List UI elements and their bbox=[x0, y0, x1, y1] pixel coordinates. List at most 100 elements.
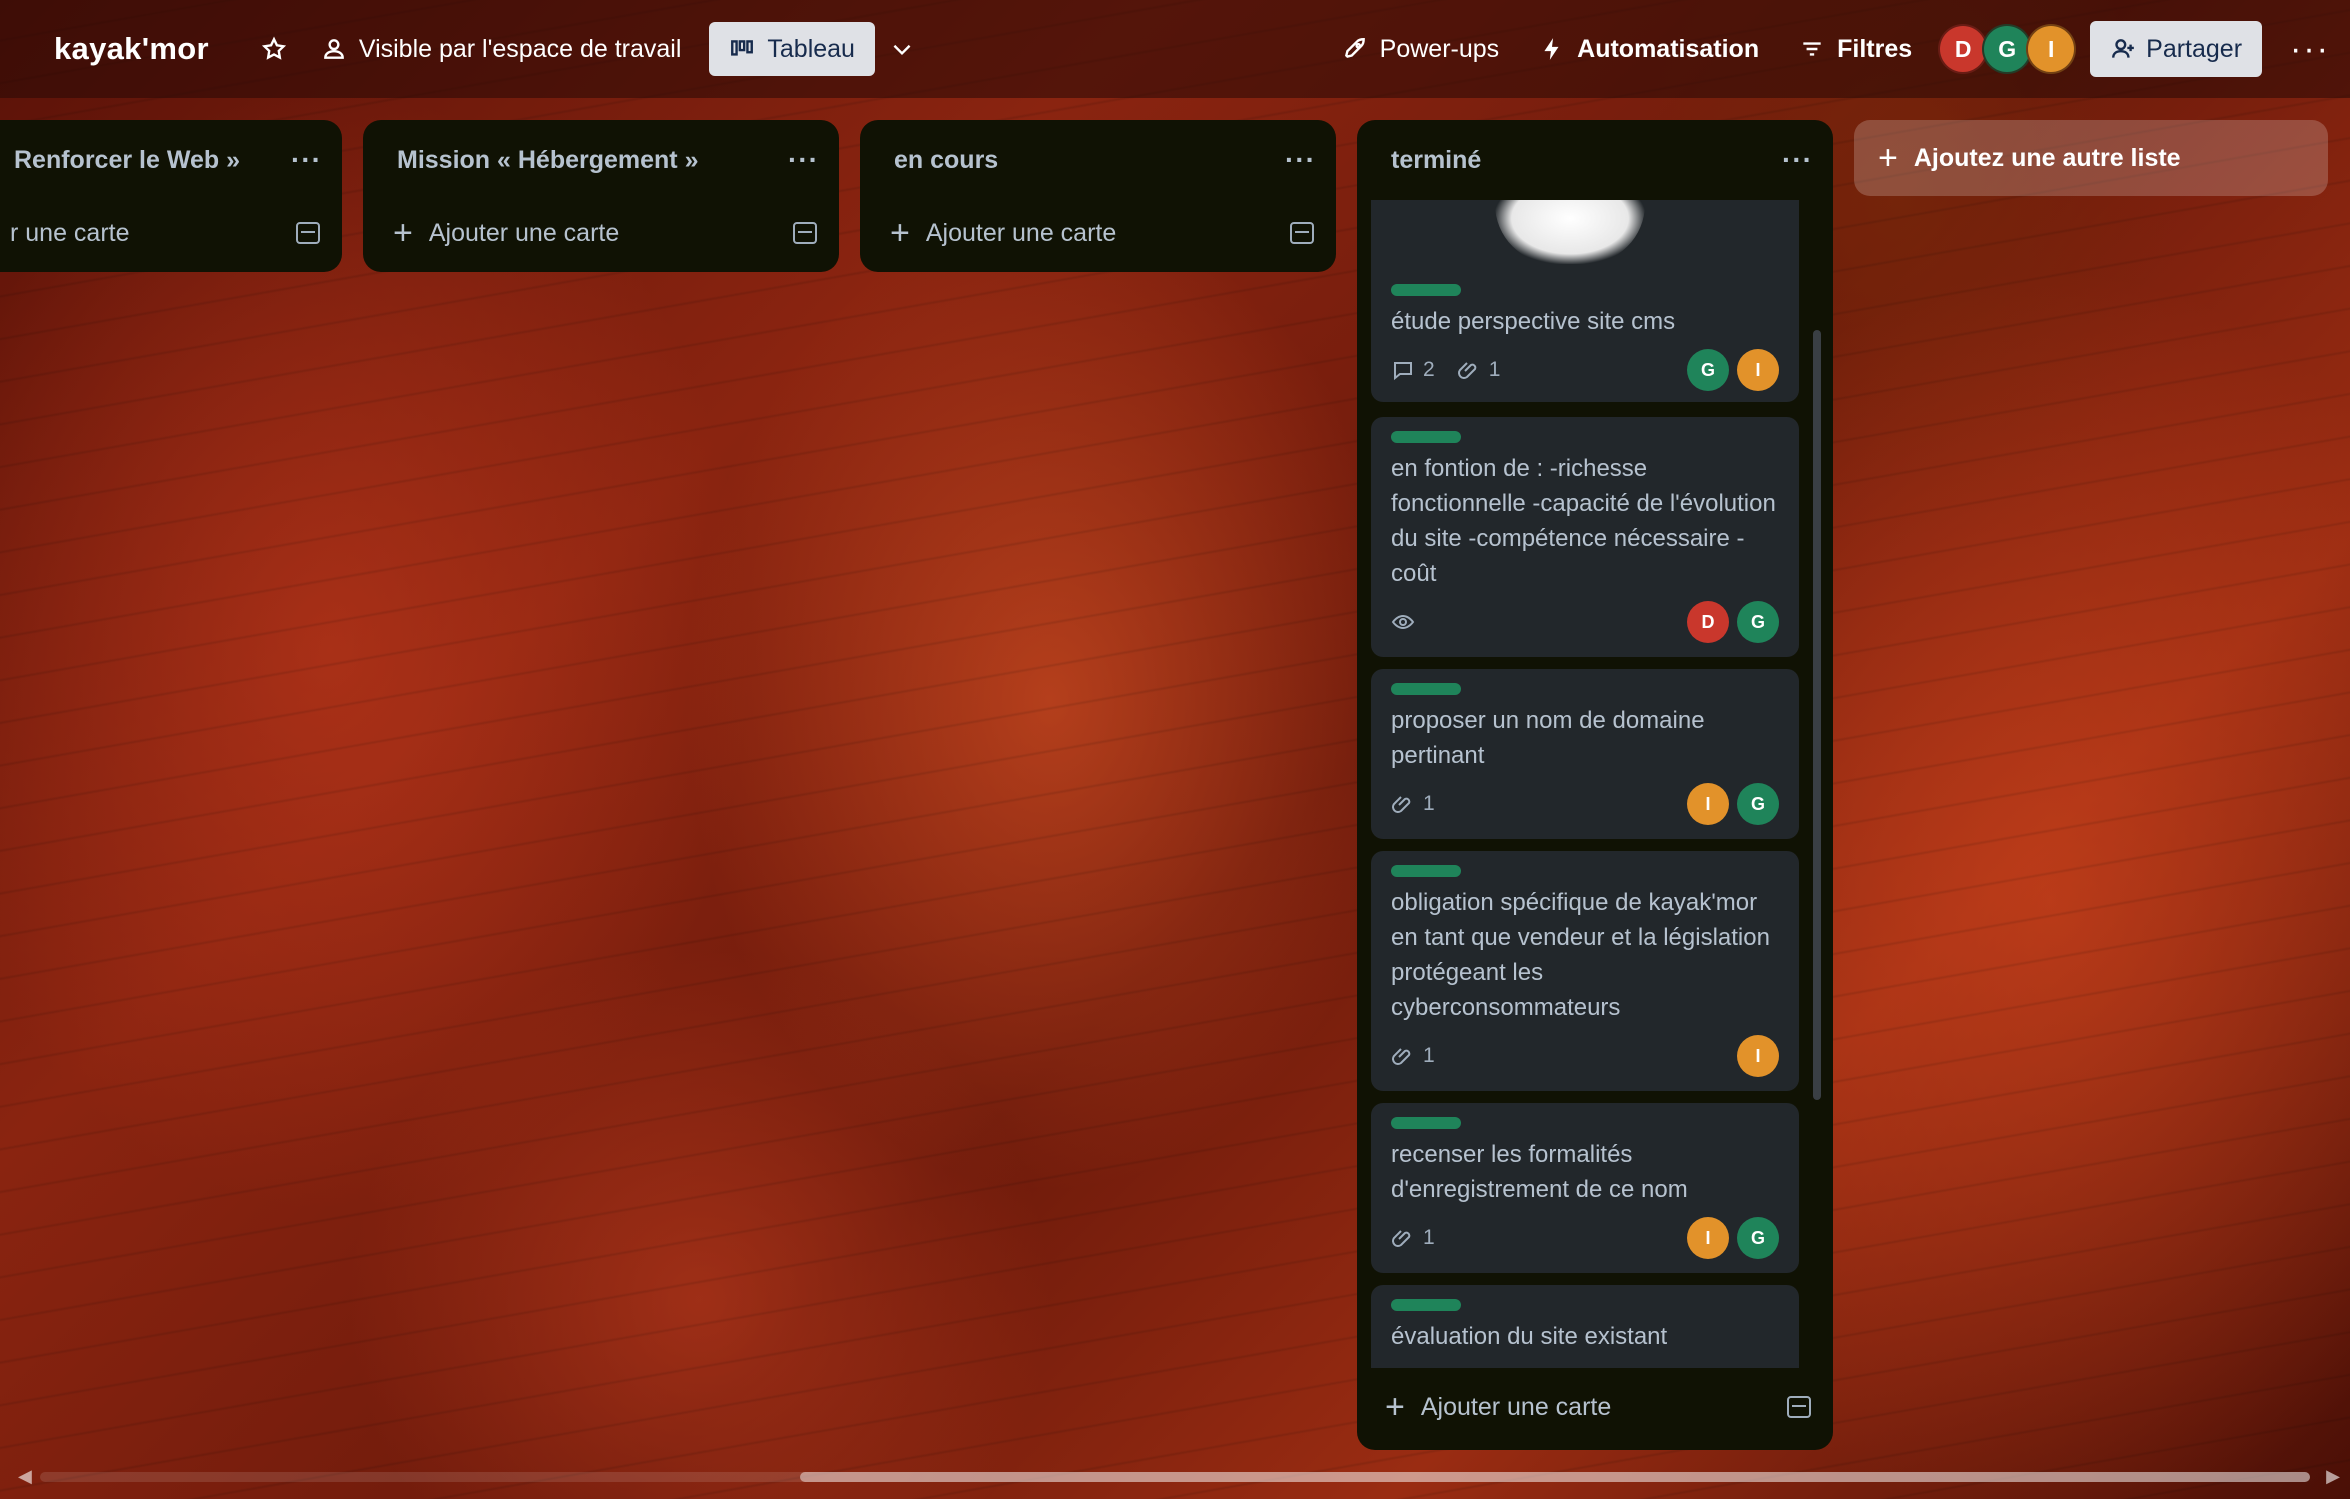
card-member-g[interactable]: G bbox=[1687, 349, 1729, 391]
visibility-button[interactable]: Visible par l'espace de travail bbox=[307, 22, 696, 76]
card-label[interactable] bbox=[1391, 1299, 1461, 1311]
share-label: Partager bbox=[2146, 34, 2243, 63]
automation-button[interactable]: Automatisation bbox=[1525, 22, 1773, 76]
list-title[interactable]: terminé bbox=[1391, 146, 1481, 175]
add-card-button[interactable]: r une carte bbox=[0, 200, 342, 266]
card-label[interactable] bbox=[1391, 284, 1461, 296]
board-header: kayak'mor Visible par l'espace de travai… bbox=[0, 0, 2350, 98]
list-scrollbar[interactable] bbox=[1813, 330, 1821, 1100]
board-title[interactable]: kayak'mor bbox=[54, 31, 209, 67]
card[interactable]: étude perspective site cms 2 1 G I bbox=[1371, 200, 1799, 402]
list-en-cours: en cours ··· + Ajouter une carte bbox=[860, 120, 1336, 272]
card[interactable]: évaluation du site existant bbox=[1371, 1285, 1799, 1368]
card-member-i[interactable]: I bbox=[1737, 1035, 1779, 1077]
card-label[interactable] bbox=[1391, 431, 1461, 443]
plus-icon: + bbox=[890, 214, 910, 252]
list-title[interactable]: Renforcer le Web » bbox=[14, 146, 240, 175]
add-card-button[interactable]: + Ajouter une carte bbox=[363, 200, 839, 266]
list-termine: terminé ··· étude perspective site cms 2… bbox=[1357, 120, 1833, 1450]
view-label: Tableau bbox=[767, 34, 855, 63]
card-member-g[interactable]: G bbox=[1737, 601, 1779, 643]
list-menu-button[interactable]: ··· bbox=[291, 144, 322, 176]
add-list-button[interactable]: + Ajoutez une autre liste bbox=[1854, 120, 2328, 196]
card-member-g[interactable]: G bbox=[1737, 783, 1779, 825]
member-avatar-g[interactable]: G bbox=[1982, 24, 2033, 74]
card[interactable]: recenser les formalités d'enregistrement… bbox=[1371, 1103, 1799, 1273]
list-menu-button[interactable]: ··· bbox=[1285, 144, 1316, 176]
paperclip-icon bbox=[1392, 1230, 1411, 1247]
card-label[interactable] bbox=[1391, 683, 1461, 695]
scroll-right-icon[interactable]: ▶ bbox=[2326, 1466, 2340, 1487]
card[interactable]: obligation spécifique de kayak'mor en ta… bbox=[1371, 851, 1799, 1091]
view-tableau-button[interactable]: Tableau bbox=[709, 22, 875, 76]
people-icon bbox=[323, 39, 344, 59]
paperclip-icon bbox=[1392, 1048, 1411, 1065]
card-title: proposer un nom de domaine pertinant bbox=[1391, 707, 1705, 769]
card-label[interactable] bbox=[1391, 1117, 1461, 1129]
board-view-icon bbox=[731, 40, 754, 56]
card-cover-image bbox=[1495, 200, 1645, 264]
paperclip-icon bbox=[1392, 796, 1411, 813]
add-list-label: Ajoutez une autre liste bbox=[1913, 143, 2181, 172]
card-title: étude perspective site cms bbox=[1391, 308, 1676, 335]
card-title: évaluation du site existant bbox=[1391, 1323, 1668, 1350]
board-horizontal-scrollbar[interactable]: ◀ ▶ bbox=[0, 1462, 2350, 1490]
card-template-icon[interactable] bbox=[1787, 1396, 1811, 1418]
card[interactable]: en fontion de : -richesse fonctionnelle … bbox=[1371, 417, 1799, 657]
visibility-label: Visible par l'espace de travail bbox=[358, 34, 682, 63]
list-menu-button[interactable]: ··· bbox=[1782, 144, 1813, 176]
lightning-icon bbox=[1544, 38, 1559, 60]
attachments-count: 1 bbox=[1423, 1044, 1435, 1067]
comment-icon bbox=[1394, 362, 1412, 381]
add-card-button[interactable]: + Ajouter une carte bbox=[1357, 1374, 1833, 1440]
card-member-i[interactable]: I bbox=[1737, 349, 1779, 391]
card-template-icon[interactable] bbox=[1290, 222, 1314, 244]
list-title[interactable]: en cours bbox=[894, 146, 998, 175]
chevron-down-icon bbox=[893, 44, 911, 56]
add-card-label: Ajouter une carte bbox=[428, 218, 620, 247]
board-menu-button[interactable]: ··· bbox=[2290, 32, 2330, 66]
card-title: obligation spécifique de kayak'mor en ta… bbox=[1391, 889, 1770, 1021]
card-member-i[interactable]: I bbox=[1687, 1217, 1729, 1259]
powerups-button[interactable]: Power-ups bbox=[1328, 22, 1514, 76]
attachments-badge: 1 bbox=[1391, 1044, 1435, 1068]
plus-icon: + bbox=[1385, 1388, 1405, 1426]
attachments-badge: 1 bbox=[1391, 1226, 1435, 1250]
card-label[interactable] bbox=[1391, 865, 1461, 877]
add-card-button[interactable]: + Ajouter une carte bbox=[860, 200, 1336, 266]
attachments-count: 1 bbox=[1423, 792, 1435, 815]
comments-count: 2 bbox=[1423, 358, 1435, 381]
list-renforcer-web: Renforcer le Web » ··· r une carte bbox=[0, 120, 342, 272]
rocket-icon bbox=[1344, 38, 1365, 58]
plus-icon: + bbox=[393, 214, 413, 252]
scroll-thumb[interactable] bbox=[800, 1472, 2310, 1482]
attachments-badge: 1 bbox=[1391, 792, 1435, 816]
add-person-icon bbox=[2112, 39, 2134, 58]
card-title: recenser les formalités d'enregistrement… bbox=[1391, 1141, 1688, 1203]
filters-button[interactable]: Filtres bbox=[1785, 22, 1926, 76]
watching-badge bbox=[1391, 610, 1415, 634]
card-template-icon[interactable] bbox=[296, 222, 320, 244]
attachments-count: 1 bbox=[1423, 1226, 1435, 1249]
view-switcher-button[interactable] bbox=[875, 22, 929, 76]
share-button[interactable]: Partager bbox=[2090, 21, 2263, 77]
card-member-i[interactable]: I bbox=[1687, 783, 1729, 825]
member-avatar-i[interactable]: I bbox=[2026, 24, 2077, 74]
card-member-g[interactable]: G bbox=[1737, 1217, 1779, 1259]
star-button[interactable] bbox=[247, 22, 301, 76]
card-title: en fontion de : -richesse fonctionnelle … bbox=[1391, 455, 1776, 587]
card[interactable]: proposer un nom de domaine pertinant 1 I… bbox=[1371, 669, 1799, 839]
eye-icon bbox=[1391, 614, 1415, 630]
card-template-icon[interactable] bbox=[793, 222, 817, 244]
list-title[interactable]: Mission « Hébergement » bbox=[397, 146, 698, 175]
card-member-d[interactable]: D bbox=[1687, 601, 1729, 643]
scroll-left-icon[interactable]: ◀ bbox=[18, 1466, 32, 1487]
add-card-label: r une carte bbox=[10, 218, 130, 247]
member-avatar-d[interactable]: D bbox=[1938, 24, 1989, 74]
list-menu-button[interactable]: ··· bbox=[788, 144, 819, 176]
powerups-label: Power-ups bbox=[1379, 34, 1500, 63]
attachments-count: 1 bbox=[1488, 358, 1501, 381]
paperclip-icon bbox=[1457, 362, 1476, 379]
add-card-label: Ajouter une carte bbox=[1420, 1392, 1612, 1421]
filter-icon bbox=[1803, 42, 1821, 56]
